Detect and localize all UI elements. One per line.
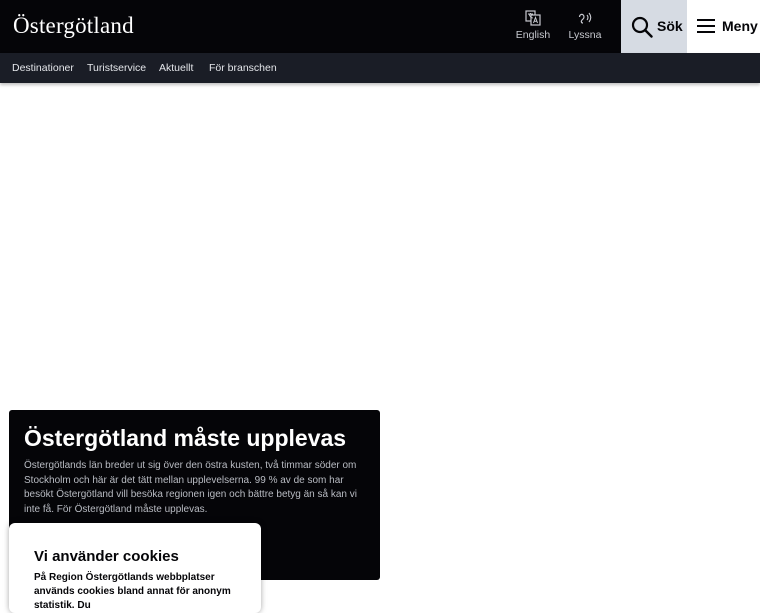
menu-label: Meny [722, 18, 758, 34]
cookie-description: På Region Östergötlands webbplatser anvä… [34, 572, 231, 611]
nav-link-for-industry[interactable]: För branschen [209, 62, 277, 74]
menu-button[interactable]: Meny [687, 0, 760, 53]
nav-link-tourist-service[interactable]: Turistservice [87, 62, 146, 74]
translate-icon [525, 10, 541, 26]
cookie-title: Vi använder cookies [34, 548, 179, 565]
hero-description: Östergötlands län breder ut sig över den… [24, 460, 357, 515]
english-button[interactable]: English [508, 10, 558, 44]
nav-link-news[interactable]: Aktuellt [159, 62, 193, 74]
listen-label: Lyssna [568, 29, 602, 41]
search-icon [631, 16, 653, 38]
secondary-nav: Destinationer Turistservice Aktuellt För… [0, 53, 760, 83]
site-header: Östergötland English Lyssna Sök Meny [0, 0, 760, 53]
listen-button[interactable]: Lyssna [560, 10, 610, 44]
search-label: Sök [657, 18, 683, 34]
site-logo[interactable]: Östergötland [13, 12, 134, 40]
hero-title: Östergötland måste upplevas [24, 425, 347, 451]
ear-icon [578, 12, 592, 24]
english-label: English [515, 29, 551, 41]
nav-link-destinations[interactable]: Destinationer [12, 62, 74, 74]
search-button[interactable]: Sök [621, 0, 687, 53]
hamburger-icon [697, 19, 715, 33]
